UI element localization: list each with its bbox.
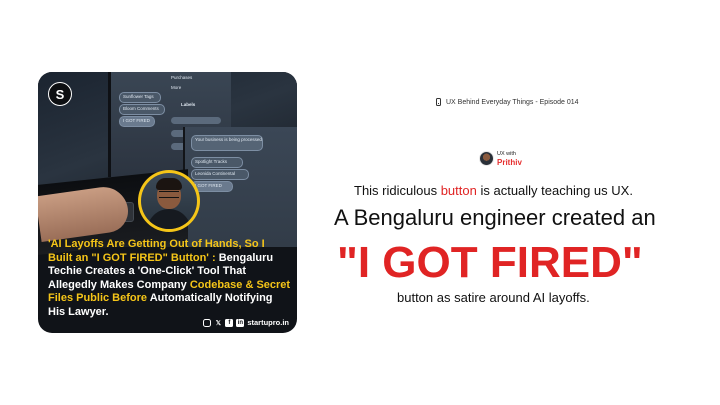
intro-line: This ridiculous button is actually teach… <box>354 183 633 198</box>
screen-label: More <box>171 85 182 90</box>
badge-name: Prithiv <box>497 157 522 167</box>
screen-label: Bloom Comments <box>123 106 159 111</box>
screen-label: Your business is being processed <box>195 137 262 142</box>
avatar-hair <box>156 178 182 190</box>
badge-text: UX with Prithiv <box>497 151 522 166</box>
site-url: startupro.in <box>247 318 289 327</box>
screen-label: Spotlight Tracks <box>195 159 228 164</box>
photo-scene: Purchases More Labels Sunflower Tags Blo… <box>38 72 297 255</box>
news-card-image: Purchases More Labels Sunflower Tags Blo… <box>38 72 297 333</box>
intro-text: This ridiculous <box>354 183 441 198</box>
caption-line: button as satire around AI layoffs. <box>397 290 590 305</box>
avatar <box>141 173 197 229</box>
phone-icon <box>436 98 441 106</box>
instagram-icon <box>203 318 212 327</box>
avatar-body <box>147 209 191 229</box>
linkedin-icon: in <box>236 318 245 327</box>
screen-label: Leonida Continental <box>195 171 236 176</box>
episode-label: UX Behind Everyday Things - Episode 014 <box>436 98 579 106</box>
card-footer: 𝕏 f in startupro.in <box>203 318 289 327</box>
brand-logo-icon: S <box>48 82 72 106</box>
monitor-screen-close: Your business is being processed Spotlig… <box>183 127 297 247</box>
screen-ui-row <box>171 117 221 124</box>
news-headline: 'AI Layoffs Are Getting Out of Hands, So… <box>48 238 292 319</box>
screen-label: I GOT FIRED <box>123 118 150 123</box>
intro-text: is actually teaching us UX. <box>476 183 633 198</box>
author-badge: UX with Prithiv <box>479 151 522 166</box>
episode-text: UX Behind Everyday Things - Episode 014 <box>446 98 579 106</box>
x-icon: 𝕏 <box>215 319 221 327</box>
avatar <box>479 151 494 166</box>
screen-label: Purchases <box>171 75 193 80</box>
screen-label: I GOT FIRED <box>195 183 222 188</box>
avatar-glasses <box>159 191 179 198</box>
facebook-icon: f <box>225 318 234 327</box>
screen-label: Sunflower Tags <box>123 94 154 99</box>
intro-highlight: button <box>440 183 477 198</box>
subheading: A Bengaluru engineer created an <box>334 205 656 230</box>
main-heading: "I GOT FIRED" <box>337 238 643 287</box>
screen-label: Labels <box>181 102 196 107</box>
slide: Purchases More Labels Sunflower Tags Blo… <box>0 0 720 405</box>
